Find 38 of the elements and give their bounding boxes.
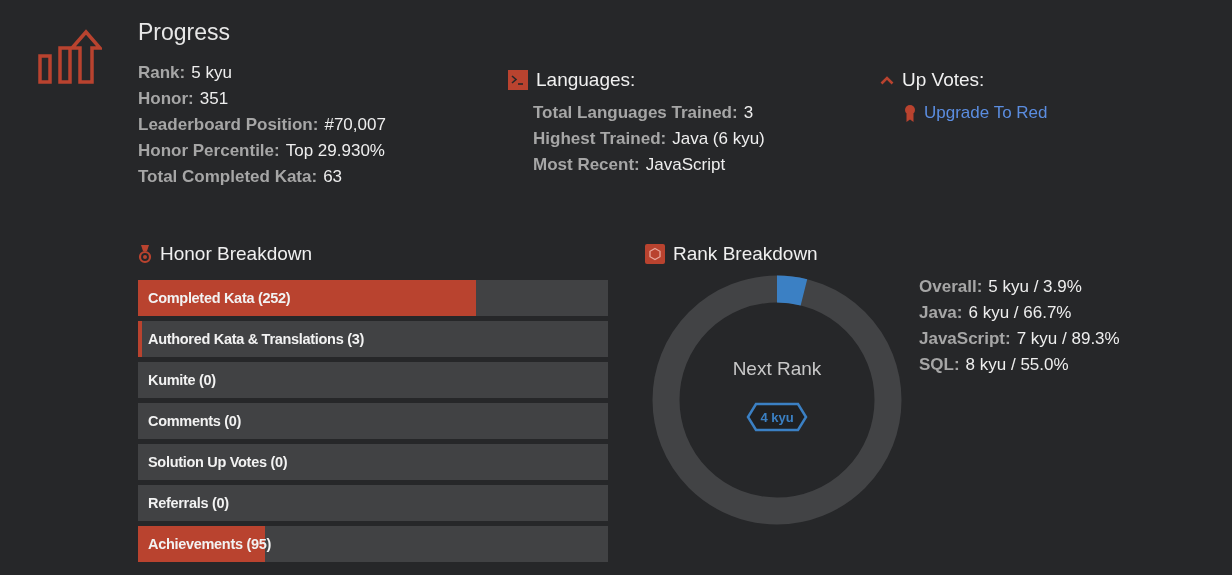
stat-value: Top 29.930% <box>285 140 385 162</box>
stat-label: Honor Percentile: <box>138 140 280 162</box>
stat-label: Leaderboard Position: <box>138 114 319 136</box>
upgrade-link[interactable]: Upgrade To Red <box>924 100 1048 126</box>
bar-label: Authored Kata & Translations (3) <box>147 330 364 349</box>
stat-label: Most Recent: <box>533 154 640 176</box>
next-rank-label: Next Rank <box>732 358 822 380</box>
stat-value: Java (6 kyu) <box>672 128 765 150</box>
stat-value: 6 kyu / 66.7% <box>968 302 1072 324</box>
section-title: Progress <box>138 18 232 46</box>
stat-value: 63 <box>323 166 343 188</box>
stat-label: Highest Trained: <box>533 128 667 150</box>
stat-label: Rank: <box>138 62 186 84</box>
stat-value: JavaScript <box>645 154 726 176</box>
section-title: Up Votes: <box>902 68 985 92</box>
stat-label: Java: <box>919 302 963 324</box>
rank-badge: 4 kyu <box>746 402 808 432</box>
stat-value: #70,007 <box>324 114 386 136</box>
stat-value: 5 kyu / 3.9% <box>988 276 1082 298</box>
stat-label: SQL: <box>919 354 960 376</box>
section-title: Honor Breakdown <box>160 242 313 266</box>
section-title: Rank Breakdown <box>673 242 818 266</box>
stat-label: Honor: <box>138 88 194 110</box>
medal-icon <box>138 244 152 264</box>
bar-label: Completed Kata (252) <box>147 289 291 308</box>
stat-value: 7 kyu / 89.3% <box>1016 328 1120 350</box>
terminal-icon <box>508 70 528 90</box>
stat-value: 5 kyu <box>191 62 232 84</box>
section-title: Languages: <box>536 68 636 92</box>
award-icon <box>904 104 916 122</box>
chevron-up-icon <box>880 75 894 85</box>
stat-value: 351 <box>199 88 229 110</box>
stat-label: Total Completed Kata: <box>138 166 318 188</box>
stat-value: 3 <box>743 102 754 124</box>
stat-value: 8 kyu / 55.0% <box>965 354 1069 376</box>
stat-label: Total Languages Trained: <box>533 102 738 124</box>
stat-label: Overall: <box>919 276 983 298</box>
stat-label: JavaScript: <box>919 328 1011 350</box>
